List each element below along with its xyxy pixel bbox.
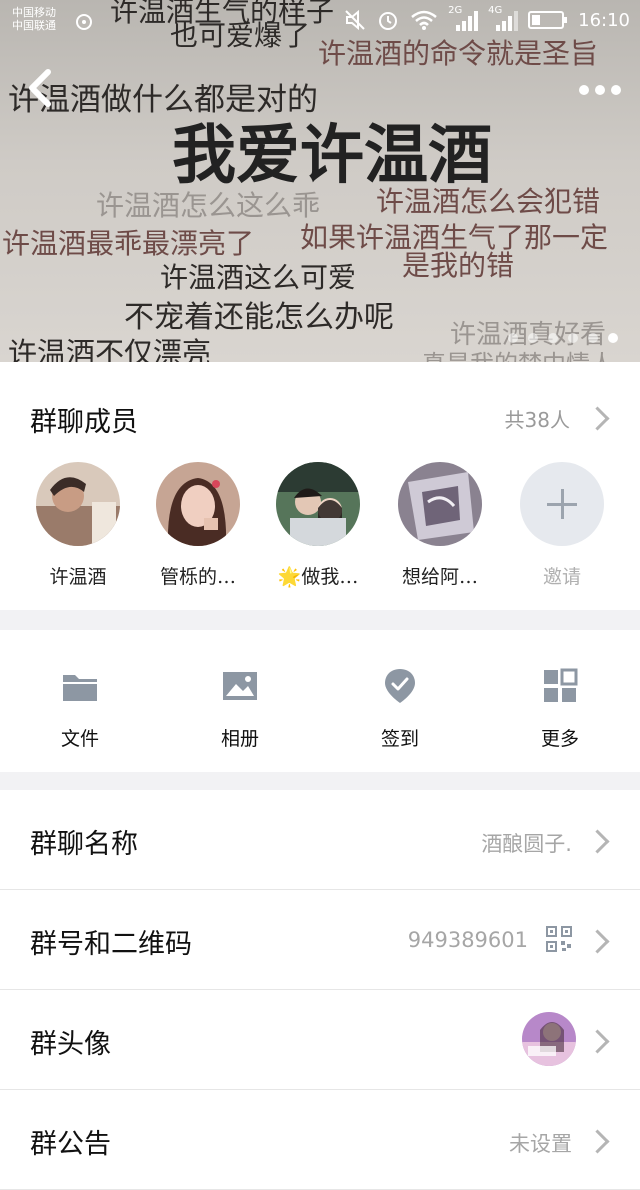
- group-name-row[interactable]: 群聊名称 酒酿圆子.: [0, 790, 640, 890]
- meme-text-line: 是我的错: [402, 249, 515, 282]
- network-type-2: 4G: [488, 5, 503, 16]
- member-name: 🌟做我…: [277, 566, 359, 588]
- group-notice-value: 未设置: [509, 1132, 572, 1156]
- alarm-icon: [379, 12, 398, 30]
- group-notice-label: 群公告: [30, 1129, 111, 1160]
- grid-icon: [544, 668, 578, 702]
- chevron-right-icon: [585, 1029, 610, 1054]
- chevron-right-icon: [585, 1129, 610, 1154]
- group-cover-header: 许温酒生气的样子 也可爱爆了 许温酒的命令就是圣旨 许温酒做什么都是对的 我爱许…: [0, 0, 640, 362]
- group-id-row[interactable]: 群号和二维码 949389601: [0, 890, 640, 990]
- chevron-right-icon: [585, 929, 610, 954]
- signal-2: 4G: [488, 5, 519, 31]
- member-name: 想给阿…: [401, 566, 478, 588]
- member-item[interactable]: 🌟做我…: [258, 462, 378, 589]
- carousel-dot[interactable]: [548, 333, 558, 343]
- image-icon: [223, 672, 257, 700]
- group-name-value: 酒酿圆子.: [481, 832, 572, 856]
- carousel-dot[interactable]: [568, 333, 578, 343]
- members-panel: 群聊成员 共38人 许温酒 管栎的… 🌟做我… 想给阿… 邀请: [0, 362, 640, 610]
- carousel-dot[interactable]: [528, 333, 538, 343]
- carousel-dot-active[interactable]: [608, 333, 618, 343]
- mute-icon: [345, 9, 365, 31]
- member-avatar[interactable]: [36, 462, 120, 546]
- network-type-1: 2G: [448, 5, 463, 16]
- folder-icon: [63, 675, 97, 701]
- group-id-value: 949389601: [407, 928, 528, 952]
- members-count[interactable]: 共38人: [505, 404, 570, 433]
- meme-text-line: 许温酒怎么会犯错: [376, 185, 601, 218]
- meme-text-line: 许温酒怎么这么乖: [96, 189, 321, 222]
- carrier-info: 中国移动 中国联通: [12, 6, 56, 32]
- carrier-1: 中国移动: [12, 6, 56, 19]
- member-item[interactable]: 想给阿…: [380, 462, 500, 589]
- chevron-right-icon[interactable]: [585, 406, 610, 431]
- files-label: 文件: [60, 728, 99, 750]
- meme-text-line: 许温酒不仅漂亮: [8, 336, 212, 362]
- wifi-icon: [411, 10, 437, 30]
- members-title: 群聊成员: [30, 407, 138, 438]
- location-check-icon: [385, 669, 415, 703]
- member-avatar[interactable]: [398, 462, 482, 546]
- more-label: 更多: [540, 728, 579, 750]
- plus-icon[interactable]: [520, 462, 604, 546]
- status-right: 2G 4G 16:10: [344, 5, 630, 32]
- chevron-right-icon: [585, 829, 610, 854]
- meme-text-line: 真是我的梦中情人: [422, 344, 614, 362]
- member-item[interactable]: 管栎的…: [138, 462, 258, 589]
- more-options-button[interactable]: [578, 80, 622, 100]
- back-button[interactable]: [22, 66, 62, 110]
- meme-text-line: 许温酒这么可爱: [160, 261, 357, 294]
- group-name-label: 群聊名称: [30, 829, 138, 860]
- group-avatar-image[interactable]: [522, 1012, 576, 1066]
- album-tool[interactable]: 相册: [180, 666, 300, 751]
- invite-member[interactable]: 邀请: [502, 462, 622, 589]
- group-avatar-row[interactable]: 群头像: [0, 990, 640, 1090]
- clock: 16:10: [578, 9, 630, 31]
- status-bar: 中国移动 中国联通 2G 4G 16:10: [0, 0, 640, 42]
- group-avatar-label: 群头像: [30, 1029, 111, 1060]
- battery-icon: [528, 11, 568, 29]
- files-tool[interactable]: 文件: [20, 666, 140, 751]
- signal-1: 2G: [448, 5, 479, 31]
- member-name: 管栎的…: [159, 566, 236, 588]
- invite-label: 邀请: [542, 566, 581, 588]
- carousel-indicator[interactable]: [508, 333, 618, 343]
- carousel-dot[interactable]: [508, 333, 518, 343]
- sync-icon: [76, 14, 92, 30]
- group-notice-row[interactable]: 群公告 未设置: [0, 1090, 640, 1190]
- album-label: 相册: [220, 728, 259, 750]
- more-tool[interactable]: 更多: [500, 666, 620, 751]
- member-avatar[interactable]: [156, 462, 240, 546]
- group-tools-panel: 文件 相册 签到 更多: [0, 630, 640, 772]
- checkin-tool[interactable]: 签到: [340, 666, 460, 751]
- carrier-2: 中国联通: [12, 19, 56, 32]
- member-avatar[interactable]: [276, 462, 360, 546]
- checkin-label: 签到: [380, 728, 419, 750]
- group-id-label: 群号和二维码: [30, 929, 192, 960]
- member-item[interactable]: 许温酒: [18, 462, 138, 589]
- member-name: 许温酒: [49, 566, 107, 588]
- qr-code-icon[interactable]: [546, 926, 572, 952]
- carousel-dot[interactable]: [588, 333, 598, 343]
